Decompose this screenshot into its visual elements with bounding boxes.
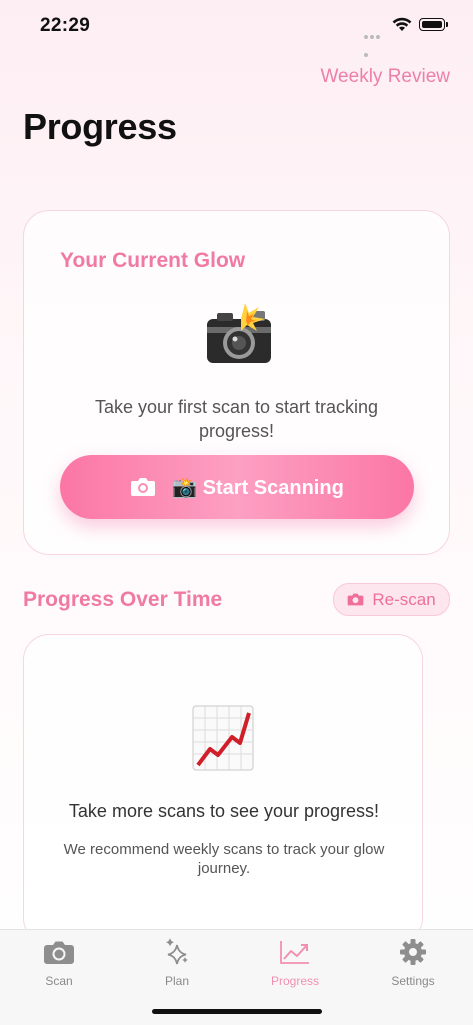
tab-plan[interactable]: Plan — [118, 936, 236, 996]
status-time: 22:29 — [40, 15, 91, 36]
tab-scan[interactable]: Scan — [0, 936, 118, 996]
chart-line-icon — [280, 941, 309, 964]
signal-icon — [364, 26, 386, 57]
start-scanning-label: 📸 Start Scanning — [172, 476, 344, 499]
battery-icon — [419, 18, 448, 31]
progress-over-time-title: Progress Over Time — [23, 588, 223, 611]
glow-empty-message: Take your first scan to start tracking p… — [94, 397, 379, 441]
current-glow-card: Your Current Glow Take your first scan t… — [23, 210, 450, 555]
camera-icon — [131, 478, 156, 496]
tab-settings[interactable]: Settings — [354, 936, 472, 996]
gear-icon — [400, 939, 426, 965]
chart-increasing-icon — [192, 705, 254, 771]
sparkles-icon — [166, 938, 188, 965]
camera-icon — [44, 941, 74, 964]
page-title: Progress — [23, 106, 177, 147]
status-bar: 22:29 — [0, 0, 473, 57]
home-indicator — [152, 1009, 322, 1014]
current-glow-title: Your Current Glow — [60, 249, 246, 272]
tab-plan-label: Plan — [164, 974, 190, 988]
rescan-label: Re-scan — [372, 589, 436, 609]
progress-chart-card: Take more scans to see your progress! We… — [23, 634, 423, 944]
wifi-icon — [392, 17, 412, 31]
tab-settings-label: Settings — [391, 974, 435, 988]
tab-progress-label: Progress — [270, 974, 320, 988]
tab-scan-label: Scan — [45, 974, 73, 988]
progress-empty-submessage: We recommend weekly scans to track your … — [63, 841, 385, 877]
tab-progress[interactable]: Progress — [236, 936, 354, 996]
weekly-review-button[interactable]: Weekly Review — [320, 66, 450, 88]
camera-flash-icon — [207, 303, 271, 363]
start-scanning-button[interactable]: 📸 Start Scanning — [60, 455, 414, 519]
camera-icon — [347, 593, 364, 606]
rescan-button[interactable]: Re-scan — [333, 583, 450, 616]
progress-empty-message: Take more scans to see your progress! — [68, 801, 380, 821]
